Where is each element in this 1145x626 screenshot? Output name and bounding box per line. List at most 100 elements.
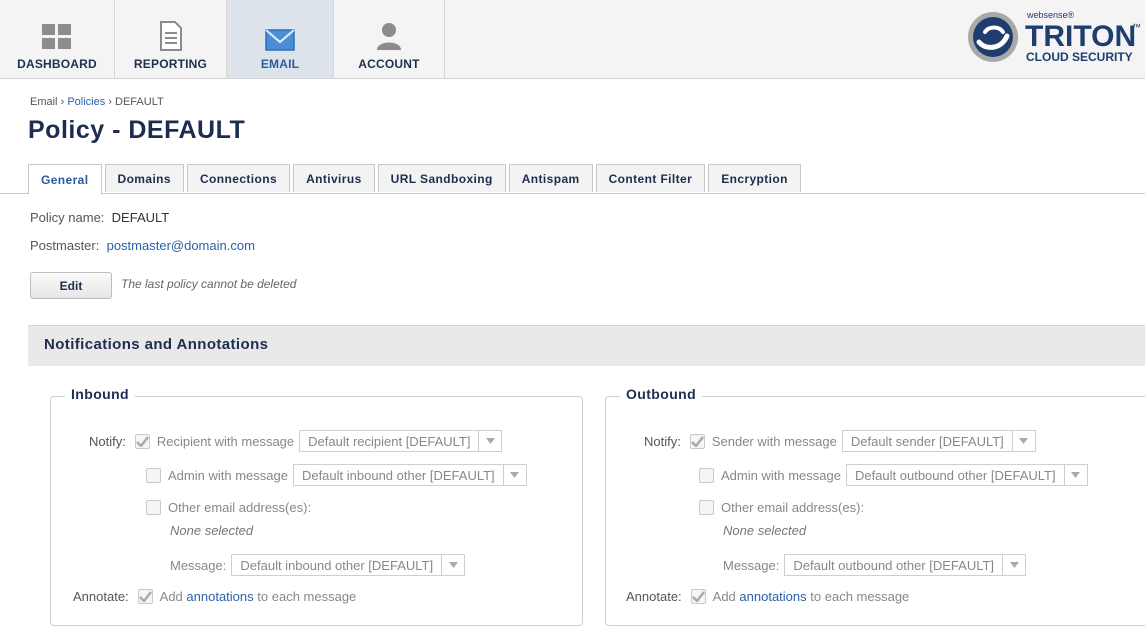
outbound-admin-select[interactable]: Default outbound other [DEFAULT]: [845, 464, 1088, 486]
logo-websense-text: websense®: [1026, 10, 1075, 20]
report-document-icon: [159, 21, 182, 51]
breadcrumb-policies-link[interactable]: Policies: [67, 96, 105, 108]
policy-name-row: Policy name: DEFAULT: [30, 210, 169, 225]
nav-reporting[interactable]: REPORTING: [115, 0, 227, 78]
outbound-message-select[interactable]: Default outbound other [DEFAULT]: [784, 554, 1027, 576]
nav-account-label: ACCOUNT: [358, 57, 420, 71]
tab-connections[interactable]: Connections: [186, 164, 291, 192]
inbound-admin-row: Admin with message Default inbound other…: [146, 464, 527, 486]
outbound-annotate-post: to each message: [810, 589, 910, 604]
checkmark-icon: [138, 591, 152, 602]
nav-reporting-label: REPORTING: [133, 57, 208, 71]
inbound-none-selected: None selected: [170, 523, 254, 538]
outbound-annotations-link[interactable]: annotations: [739, 589, 806, 604]
tab-antispam[interactable]: Antispam: [508, 164, 593, 192]
checkmark-icon: [690, 435, 704, 447]
outbound-notify-label: Notify:: [644, 433, 681, 449]
admin-checkbox[interactable]: [146, 467, 161, 483]
outbound-admin-row: Admin with message Default outbound othe…: [699, 464, 1088, 486]
tab-url-sandboxing[interactable]: URL Sandboxing: [377, 164, 506, 192]
outbound-message-row: Message: Default outbound other [DEFAULT…: [723, 554, 1027, 576]
user-account-icon: [377, 23, 401, 50]
breadcrumb-email: Email: [30, 96, 58, 108]
outbound-other-row: Other email address(es):: [699, 500, 864, 515]
tab-domains[interactable]: Domains: [104, 164, 184, 192]
inbound-other-row: Other email address(es):: [146, 500, 311, 515]
outbound-none-selected: None selected: [723, 523, 807, 538]
tab-content-filter[interactable]: Content Filter: [595, 164, 706, 192]
message-select[interactable]: Default inbound other [DEFAULT]: [231, 554, 466, 576]
outbound-message-select-value: Default outbound other [DEFAULT]: [793, 557, 995, 573]
section-title: Notifications and Annotations: [44, 336, 269, 353]
inbound-fieldset: Inbound Notify: Recipient with message D…: [50, 386, 583, 626]
admin-select[interactable]: Default inbound other [DEFAULT]: [292, 464, 527, 486]
outbound-admin-checkbox[interactable]: [699, 467, 714, 483]
admin-select-value: Default inbound other [DEFAULT]: [301, 467, 495, 483]
tab-antivirus[interactable]: Antivirus: [293, 164, 375, 192]
recipient-label: Recipient with message: [156, 433, 295, 449]
breadcrumb-separator: ›: [60, 96, 65, 108]
dashboard-icon: [42, 24, 71, 49]
checkmark-icon: [691, 591, 705, 602]
nav-account[interactable]: ACCOUNT: [334, 0, 445, 78]
inbound-message-row: Message: Default inbound other [DEFAULT]: [170, 554, 466, 576]
outbound-legend: Outbound: [620, 386, 703, 402]
chevron-down-icon: [1011, 431, 1035, 451]
section-header: Notifications and Annotations: [28, 325, 1145, 366]
message-select-value: Default inbound other [DEFAULT]: [240, 557, 434, 573]
nav-dashboard[interactable]: DASHBOARD: [0, 0, 115, 78]
postmaster-row: Postmaster: postmaster@domain.com: [30, 238, 255, 253]
page-title: Policy - DEFAULT: [28, 116, 246, 144]
chevron-down-icon: [1063, 465, 1087, 485]
outbound-fieldset: Outbound Notify: Sender with message Def…: [605, 386, 1145, 626]
inbound-legend: Inbound: [65, 386, 136, 402]
triton-logo: websense® TRITON ™ CLOUD SECURITY: [965, 6, 1145, 68]
sender-select-value: Default sender [DEFAULT]: [850, 433, 1004, 449]
message-label: Message:: [170, 557, 227, 573]
tab-general[interactable]: General: [28, 164, 102, 194]
top-nav-bar: DASHBOARD REPORTING EMAIL ACCOUNT websen…: [0, 0, 1145, 79]
checkmark-icon: [135, 435, 149, 447]
tab-bar: General Domains Connections Antivirus UR…: [28, 164, 804, 194]
sender-checkbox[interactable]: [689, 433, 705, 449]
inbound-notify-label: Notify:: [89, 433, 126, 449]
annotations-link[interactable]: annotations: [186, 589, 253, 604]
postmaster-label: Postmaster:: [30, 238, 100, 253]
tab-encryption[interactable]: Encryption: [708, 164, 801, 192]
chevron-down-icon: [478, 431, 501, 451]
breadcrumb-current: DEFAULT: [115, 96, 164, 108]
outbound-admin-select-value: Default outbound other [DEFAULT]: [854, 467, 1056, 483]
recipient-checkbox[interactable]: [134, 433, 150, 449]
breadcrumb: Email › Policies › DEFAULT: [30, 96, 164, 108]
outbound-other-email-checkbox[interactable]: [699, 500, 714, 515]
chevron-down-icon: [441, 555, 464, 575]
policy-name-value: DEFAULT: [111, 210, 170, 225]
logo-cloud-security-text: CLOUD SECURITY: [1026, 50, 1133, 64]
chevron-down-icon: [1002, 555, 1025, 575]
postmaster-email-link[interactable]: postmaster@domain.com: [107, 238, 255, 253]
annotate-checkbox[interactable]: [137, 589, 153, 604]
outbound-notify-row: Notify: Sender with message Default send…: [644, 430, 1036, 452]
other-email-label: Other email address(es):: [168, 500, 312, 515]
edit-button[interactable]: Edit: [30, 272, 112, 299]
nav-dashboard-label: DASHBOARD: [17, 57, 97, 71]
inbound-annotate-row: Annotate: Add annotations to each messag…: [73, 589, 356, 604]
edit-note: The last policy cannot be deleted: [121, 277, 297, 291]
sender-select[interactable]: Default sender [DEFAULT]: [841, 430, 1036, 452]
outbound-annotate-pre: Add: [712, 589, 736, 604]
logo-trademark-text: ™: [1132, 22, 1141, 32]
recipient-select-value: Default recipient [DEFAULT]: [308, 433, 471, 449]
outbound-annotate-checkbox[interactable]: [690, 589, 706, 604]
nav-email[interactable]: EMAIL: [227, 0, 334, 78]
outbound-other-email-label: Other email address(es):: [721, 500, 865, 515]
outbound-annotate-label: Annotate:: [626, 589, 682, 604]
other-email-checkbox[interactable]: [146, 500, 161, 515]
chevron-down-icon: [502, 465, 526, 485]
outbound-message-label: Message:: [723, 557, 780, 573]
inbound-notify-row: Notify: Recipient with message Default r…: [89, 430, 503, 452]
logo-triton-text: TRITON: [1025, 20, 1136, 53]
annotate-pre: Add: [159, 589, 183, 604]
annotate-post: to each message: [257, 589, 357, 604]
recipient-select[interactable]: Default recipient [DEFAULT]: [299, 430, 503, 452]
admin-label: Admin with message: [168, 467, 288, 483]
